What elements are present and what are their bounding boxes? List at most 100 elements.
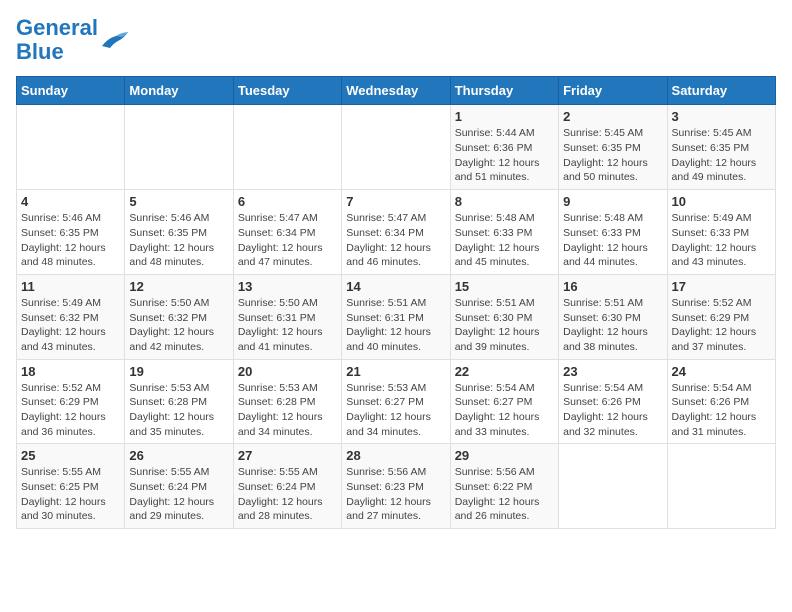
day-info: Sunrise: 5:56 AMSunset: 6:22 PMDaylight:… (455, 465, 554, 524)
day-number: 26 (129, 448, 228, 463)
calendar-table: SundayMondayTuesdayWednesdayThursdayFrid… (16, 76, 776, 529)
calendar-cell: 7 Sunrise: 5:47 AMSunset: 6:34 PMDaylight… (342, 190, 450, 275)
day-info: Sunrise: 5:45 AMSunset: 6:35 PMDaylight:… (563, 126, 662, 185)
column-header-thursday: Thursday (450, 77, 558, 105)
day-number: 10 (672, 194, 771, 209)
day-number: 16 (563, 279, 662, 294)
calendar-cell: 17 Sunrise: 5:52 AMSunset: 6:29 PMDayligh… (667, 274, 775, 359)
day-number: 23 (563, 364, 662, 379)
calendar-cell: 23Sunrise: 5:54 AMSunset: 6:26 PMDayligh… (559, 359, 667, 444)
calendar-cell: 25 Sunrise: 5:55 AMSunset: 6:25 PMDayligh… (17, 444, 125, 529)
day-info: Sunrise: 5:49 AMSunset: 6:32 PMDaylight:… (21, 296, 120, 355)
calendar-cell: 14 Sunrise: 5:51 AMSunset: 6:31 PMDayligh… (342, 274, 450, 359)
day-info: Sunrise: 5:50 AMSunset: 6:32 PMDaylight:… (129, 296, 228, 355)
column-header-friday: Friday (559, 77, 667, 105)
calendar-week-row: 11 Sunrise: 5:49 AMSunset: 6:32 PMDayligh… (17, 274, 776, 359)
day-info: Sunrise: 5:46 AMSunset: 6:35 PMDaylight:… (129, 211, 228, 270)
logo-bird-icon (100, 28, 130, 52)
calendar-cell: 29 Sunrise: 5:56 AMSunset: 6:22 PMDayligh… (450, 444, 558, 529)
day-info: Sunrise: 5:47 AMSunset: 6:34 PMDaylight:… (346, 211, 445, 270)
day-number: 8 (455, 194, 554, 209)
day-number: 4 (21, 194, 120, 209)
day-number: 14 (346, 279, 445, 294)
day-info: Sunrise: 5:47 AMSunset: 6:34 PMDaylight:… (238, 211, 337, 270)
calendar-cell (559, 444, 667, 529)
day-number: 24 (672, 364, 771, 379)
calendar-week-row: 25 Sunrise: 5:55 AMSunset: 6:25 PMDayligh… (17, 444, 776, 529)
calendar-cell: 12Sunrise: 5:50 AMSunset: 6:32 PMDayligh… (125, 274, 233, 359)
calendar-cell: 15Sunrise: 5:51 AMSunset: 6:30 PMDayligh… (450, 274, 558, 359)
day-info: Sunrise: 5:54 AMSunset: 6:27 PMDaylight:… (455, 381, 554, 440)
column-header-wednesday: Wednesday (342, 77, 450, 105)
calendar-cell: 11 Sunrise: 5:49 AMSunset: 6:32 PMDayligh… (17, 274, 125, 359)
day-info: Sunrise: 5:46 AMSunset: 6:35 PMDaylight:… (21, 211, 120, 270)
day-info: Sunrise: 5:53 AMSunset: 6:28 PMDaylight:… (238, 381, 337, 440)
day-number: 13 (238, 279, 337, 294)
calendar-cell (667, 444, 775, 529)
calendar-cell: 6 Sunrise: 5:47 AMSunset: 6:34 PMDaylight… (233, 190, 341, 275)
day-info: Sunrise: 5:55 AMSunset: 6:24 PMDaylight:… (238, 465, 337, 524)
day-number: 6 (238, 194, 337, 209)
calendar-cell: 4 Sunrise: 5:46 AMSunset: 6:35 PMDaylight… (17, 190, 125, 275)
calendar-cell: 22 Sunrise: 5:54 AMSunset: 6:27 PMDayligh… (450, 359, 558, 444)
calendar-cell (342, 105, 450, 190)
day-info: Sunrise: 5:48 AMSunset: 6:33 PMDaylight:… (455, 211, 554, 270)
calendar-cell: 26 Sunrise: 5:55 AMSunset: 6:24 PMDayligh… (125, 444, 233, 529)
calendar-cell: 9 Sunrise: 5:48 AMSunset: 6:33 PMDaylight… (559, 190, 667, 275)
day-info: Sunrise: 5:54 AMSunset: 6:26 PMDaylight:… (672, 381, 771, 440)
day-info: Sunrise: 5:51 AMSunset: 6:30 PMDaylight:… (563, 296, 662, 355)
day-info: Sunrise: 5:53 AMSunset: 6:28 PMDaylight:… (129, 381, 228, 440)
calendar-cell: 13 Sunrise: 5:50 AMSunset: 6:31 PMDayligh… (233, 274, 341, 359)
calendar-cell: 21Sunrise: 5:53 AMSunset: 6:27 PMDayligh… (342, 359, 450, 444)
day-info: Sunrise: 5:55 AMSunset: 6:25 PMDaylight:… (21, 465, 120, 524)
calendar-cell: 10Sunrise: 5:49 AMSunset: 6:33 PMDayligh… (667, 190, 775, 275)
day-number: 19 (129, 364, 228, 379)
day-number: 7 (346, 194, 445, 209)
day-number: 20 (238, 364, 337, 379)
calendar-cell (233, 105, 341, 190)
day-info: Sunrise: 5:52 AMSunset: 6:29 PMDaylight:… (672, 296, 771, 355)
day-info: Sunrise: 5:55 AMSunset: 6:24 PMDaylight:… (129, 465, 228, 524)
day-number: 18 (21, 364, 120, 379)
day-number: 25 (21, 448, 120, 463)
logo: General Blue (16, 16, 130, 64)
calendar-cell (17, 105, 125, 190)
day-number: 29 (455, 448, 554, 463)
calendar-header-row: SundayMondayTuesdayWednesdayThursdayFrid… (17, 77, 776, 105)
day-number: 2 (563, 109, 662, 124)
day-number: 1 (455, 109, 554, 124)
calendar-cell: 27 Sunrise: 5:55 AMSunset: 6:24 PMDayligh… (233, 444, 341, 529)
calendar-cell: 1 Sunrise: 5:44 AMSunset: 6:36 PMDaylight… (450, 105, 558, 190)
column-header-tuesday: Tuesday (233, 77, 341, 105)
calendar-cell: 28 Sunrise: 5:56 AMSunset: 6:23 PMDayligh… (342, 444, 450, 529)
calendar-cell: 19 Sunrise: 5:53 AMSunset: 6:28 PMDayligh… (125, 359, 233, 444)
day-number: 22 (455, 364, 554, 379)
day-info: Sunrise: 5:51 AMSunset: 6:30 PMDaylight:… (455, 296, 554, 355)
day-info: Sunrise: 5:50 AMSunset: 6:31 PMDaylight:… (238, 296, 337, 355)
column-header-sunday: Sunday (17, 77, 125, 105)
day-number: 27 (238, 448, 337, 463)
day-info: Sunrise: 5:53 AMSunset: 6:27 PMDaylight:… (346, 381, 445, 440)
day-number: 9 (563, 194, 662, 209)
calendar-cell: 3Sunrise: 5:45 AMSunset: 6:35 PMDaylight… (667, 105, 775, 190)
calendar-cell: 18 Sunrise: 5:52 AMSunset: 6:29 PMDayligh… (17, 359, 125, 444)
day-info: Sunrise: 5:45 AMSunset: 6:35 PMDaylight:… (672, 126, 771, 185)
day-number: 17 (672, 279, 771, 294)
calendar-cell: 16 Sunrise: 5:51 AMSunset: 6:30 PMDayligh… (559, 274, 667, 359)
calendar-cell: 5 Sunrise: 5:46 AMSunset: 6:35 PMDaylight… (125, 190, 233, 275)
calendar-cell: 2 Sunrise: 5:45 AMSunset: 6:35 PMDaylight… (559, 105, 667, 190)
day-info: Sunrise: 5:44 AMSunset: 6:36 PMDaylight:… (455, 126, 554, 185)
day-number: 5 (129, 194, 228, 209)
day-info: Sunrise: 5:52 AMSunset: 6:29 PMDaylight:… (21, 381, 120, 440)
day-number: 11 (21, 279, 120, 294)
day-number: 28 (346, 448, 445, 463)
page-header: General Blue (16, 16, 776, 64)
calendar-cell: 8 Sunrise: 5:48 AMSunset: 6:33 PMDaylight… (450, 190, 558, 275)
day-info: Sunrise: 5:48 AMSunset: 6:33 PMDaylight:… (563, 211, 662, 270)
calendar-cell: 24 Sunrise: 5:54 AMSunset: 6:26 PMDayligh… (667, 359, 775, 444)
day-info: Sunrise: 5:51 AMSunset: 6:31 PMDaylight:… (346, 296, 445, 355)
day-info: Sunrise: 5:56 AMSunset: 6:23 PMDaylight:… (346, 465, 445, 524)
calendar-week-row: 4 Sunrise: 5:46 AMSunset: 6:35 PMDaylight… (17, 190, 776, 275)
calendar-week-row: 18 Sunrise: 5:52 AMSunset: 6:29 PMDayligh… (17, 359, 776, 444)
calendar-cell: 20 Sunrise: 5:53 AMSunset: 6:28 PMDayligh… (233, 359, 341, 444)
